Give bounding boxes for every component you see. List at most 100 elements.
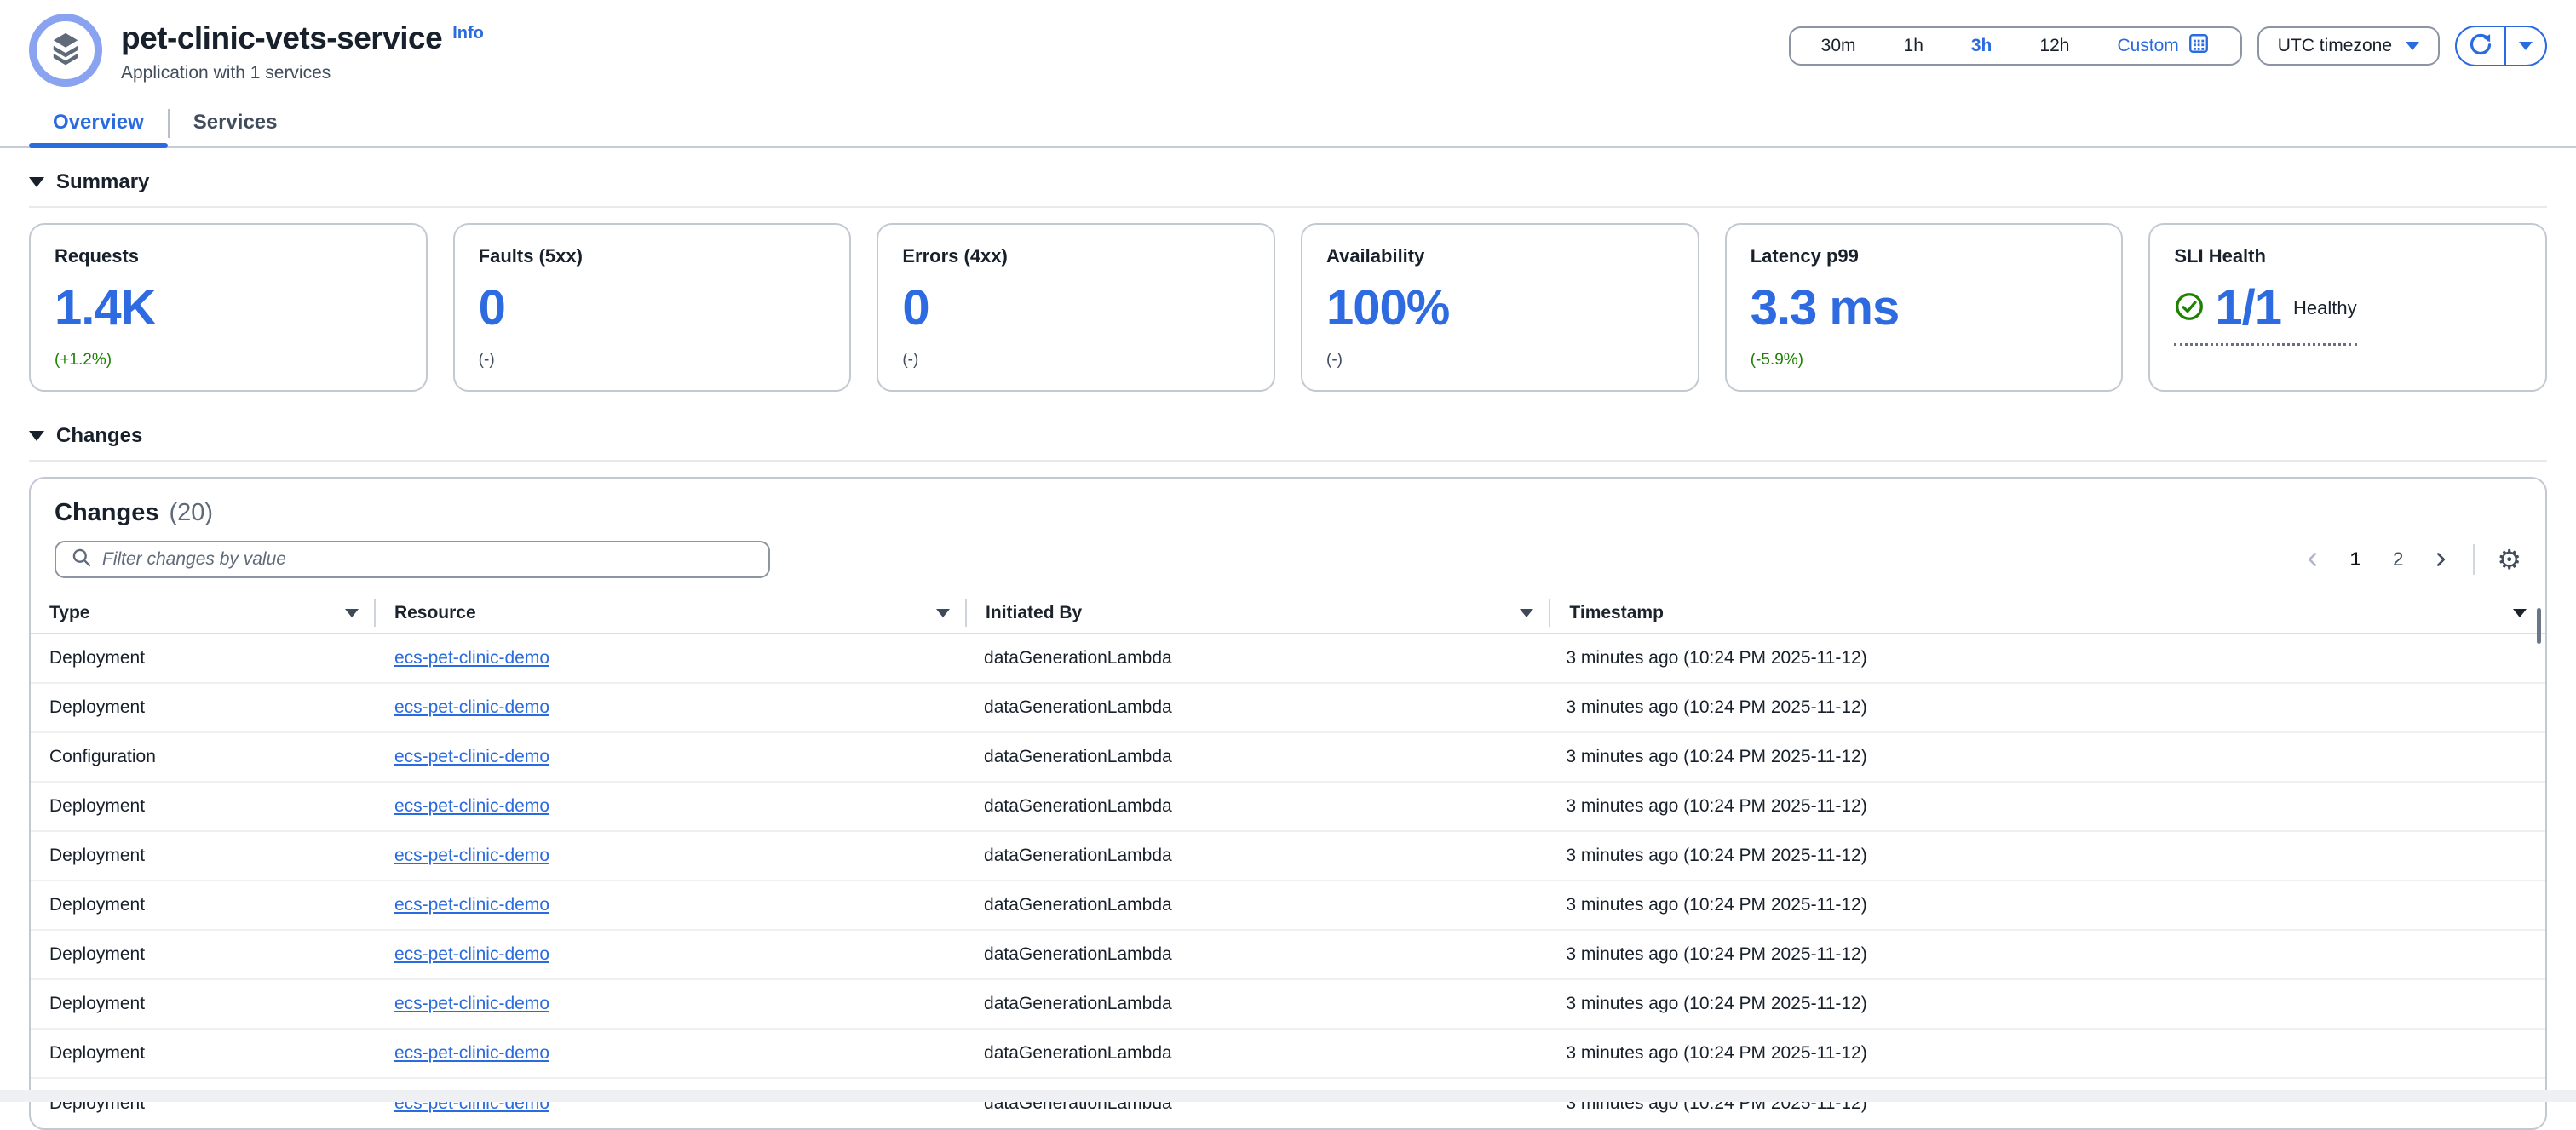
metric-label: SLI Health bbox=[2174, 245, 2521, 267]
changes-table: Type Resource Initiated By Timestamp bbox=[31, 594, 2545, 1128]
resource-link[interactable]: ecs-pet-clinic-demo bbox=[394, 648, 549, 668]
metric-value: 1/1 bbox=[2215, 283, 2281, 335]
metric-card-sli-health: SLI Health 1/1 Healthy bbox=[2148, 223, 2547, 392]
time-range-custom[interactable]: Custom bbox=[2093, 28, 2233, 64]
table-row: Deployment ecs-pet-clinic-demo dataGener… bbox=[31, 881, 2545, 931]
check-circle-icon bbox=[2174, 291, 2205, 326]
previous-page-button[interactable] bbox=[2303, 549, 2323, 570]
summary-cards: Requests 1.4K (+1.2%) Faults (5xx) 0 (-)… bbox=[29, 223, 2547, 392]
tab-overview[interactable]: Overview bbox=[29, 99, 168, 146]
page-subtitle: Application with 1 services bbox=[121, 63, 484, 83]
page-bottom-strip bbox=[0, 1090, 2576, 1102]
metric-trend: (-) bbox=[479, 351, 826, 370]
filter-box bbox=[55, 541, 770, 578]
changes-table-card: Changes (20) 1 2 ⚙ bbox=[29, 477, 2547, 1130]
cell-timestamp: 3 minutes ago (10:24 PM 2025-11-12) bbox=[1545, 994, 2527, 1014]
resource-link[interactable]: ecs-pet-clinic-demo bbox=[394, 846, 549, 865]
header-controls: 30m 1h 3h 12h Custom UTC timezone bbox=[1789, 26, 2547, 66]
resource-link[interactable]: ecs-pet-clinic-demo bbox=[394, 944, 549, 964]
metric-card-errors: Errors (4xx) 0 (-) bbox=[877, 223, 1275, 392]
cell-timestamp: 3 minutes ago (10:24 PM 2025-11-12) bbox=[1545, 747, 2527, 767]
table-row: Deployment ecs-pet-clinic-demo dataGener… bbox=[31, 980, 2545, 1030]
next-page-button[interactable] bbox=[2430, 549, 2451, 570]
metric-card-latency: Latency p99 3.3 ms (-5.9%) bbox=[1725, 223, 2124, 392]
filter-caret-icon[interactable] bbox=[1520, 609, 1533, 617]
cell-timestamp: 3 minutes ago (10:24 PM 2025-11-12) bbox=[1545, 846, 2527, 866]
sli-status-text: Healthy bbox=[2293, 297, 2357, 319]
metric-value: 1.4K bbox=[55, 283, 402, 335]
app-identity: pet-clinic-vets-service Info Application… bbox=[29, 14, 484, 87]
search-icon bbox=[72, 548, 92, 572]
table-row: Deployment ecs-pet-clinic-demo dataGener… bbox=[31, 1030, 2545, 1079]
time-range-1h[interactable]: 1h bbox=[1880, 28, 1947, 64]
cell-type: Deployment bbox=[49, 648, 374, 668]
cell-initiated-by: dataGenerationLambda bbox=[963, 796, 1545, 817]
filter-caret-icon[interactable] bbox=[936, 609, 950, 617]
metric-trend: (-5.9%) bbox=[1751, 351, 2098, 370]
changes-toolbar: 1 2 ⚙ bbox=[31, 541, 2545, 578]
info-link[interactable]: Info bbox=[452, 24, 484, 43]
column-label: Type bbox=[49, 603, 89, 623]
metric-value: 0 bbox=[479, 283, 826, 335]
page-header: pet-clinic-vets-service Info Application… bbox=[0, 0, 2576, 87]
chevron-down-icon bbox=[2519, 42, 2533, 50]
metric-label: Latency p99 bbox=[1751, 245, 2098, 267]
calendar-icon bbox=[2188, 32, 2210, 60]
refresh-icon bbox=[2468, 32, 2493, 61]
page-button-1[interactable]: 1 bbox=[2345, 545, 2366, 574]
table-row: Configuration ecs-pet-clinic-demo dataGe… bbox=[31, 733, 2545, 783]
resource-link[interactable]: ecs-pet-clinic-demo bbox=[394, 747, 549, 766]
cell-initiated-by: dataGenerationLambda bbox=[963, 944, 1545, 965]
cell-type: Deployment bbox=[49, 944, 374, 965]
cell-initiated-by: dataGenerationLambda bbox=[963, 697, 1545, 718]
metric-label: Faults (5xx) bbox=[479, 245, 826, 267]
time-range-30m[interactable]: 30m bbox=[1797, 28, 1880, 64]
resource-link[interactable]: ecs-pet-clinic-demo bbox=[394, 895, 549, 915]
tab-services[interactable]: Services bbox=[170, 99, 302, 146]
table-scrollbar-thumb[interactable] bbox=[2537, 608, 2541, 644]
time-range-12h[interactable]: 12h bbox=[2015, 28, 2093, 64]
filter-caret-icon[interactable] bbox=[345, 609, 359, 617]
cell-initiated-by: dataGenerationLambda bbox=[963, 994, 1545, 1014]
chevron-down-icon bbox=[2406, 42, 2419, 50]
application-icon bbox=[29, 14, 102, 87]
metric-value: 100% bbox=[1326, 283, 1674, 335]
collapse-caret-icon bbox=[29, 177, 44, 187]
table-row: Deployment ecs-pet-clinic-demo dataGener… bbox=[31, 1079, 2545, 1128]
cell-initiated-by: dataGenerationLambda bbox=[963, 895, 1545, 915]
metric-card-faults: Faults (5xx) 0 (-) bbox=[453, 223, 852, 392]
metric-value: 3.3 ms bbox=[1751, 283, 2098, 335]
sli-health-value[interactable]: 1/1 Healthy bbox=[2174, 283, 2356, 346]
collapse-caret-icon bbox=[29, 431, 44, 441]
table-row: Deployment ecs-pet-clinic-demo dataGener… bbox=[31, 684, 2545, 733]
filter-changes-input[interactable] bbox=[102, 549, 753, 570]
cell-timestamp: 3 minutes ago (10:24 PM 2025-11-12) bbox=[1545, 895, 2527, 915]
changes-section-toggle[interactable]: Changes bbox=[29, 424, 2547, 448]
refresh-button[interactable] bbox=[2457, 27, 2504, 65]
metric-trend: (-) bbox=[1326, 351, 1674, 370]
resource-link[interactable]: ecs-pet-clinic-demo bbox=[394, 796, 549, 816]
cell-type: Deployment bbox=[49, 697, 374, 718]
changes-section-label: Changes bbox=[56, 424, 142, 448]
table-header-row: Type Resource Initiated By Timestamp bbox=[31, 594, 2545, 634]
page-button-2[interactable]: 2 bbox=[2388, 545, 2408, 574]
cell-type: Deployment bbox=[49, 846, 374, 866]
summary-section-toggle[interactable]: Summary bbox=[29, 170, 2547, 194]
metric-label: Availability bbox=[1326, 245, 1674, 267]
refresh-options-button[interactable] bbox=[2504, 27, 2545, 65]
sort-caret-icon[interactable] bbox=[2513, 609, 2527, 617]
gear-icon[interactable]: ⚙ bbox=[2497, 546, 2521, 573]
resource-link[interactable]: ecs-pet-clinic-demo bbox=[394, 994, 549, 1013]
column-header-type: Type bbox=[49, 603, 374, 623]
time-range-3h[interactable]: 3h bbox=[1947, 28, 2016, 64]
column-header-initiated-by: Initiated By bbox=[967, 603, 1549, 623]
resource-link[interactable]: ecs-pet-clinic-demo bbox=[394, 1043, 549, 1063]
section-divider bbox=[29, 460, 2547, 462]
timezone-dropdown[interactable]: UTC timezone bbox=[2257, 26, 2440, 66]
resource-link[interactable]: ecs-pet-clinic-demo bbox=[394, 697, 549, 717]
column-label: Initiated By bbox=[986, 603, 1082, 623]
cell-type: Deployment bbox=[49, 796, 374, 817]
custom-range-label: Custom bbox=[2117, 36, 2178, 56]
layers-icon bbox=[47, 30, 84, 72]
cell-timestamp: 3 minutes ago (10:24 PM 2025-11-12) bbox=[1545, 697, 2527, 718]
